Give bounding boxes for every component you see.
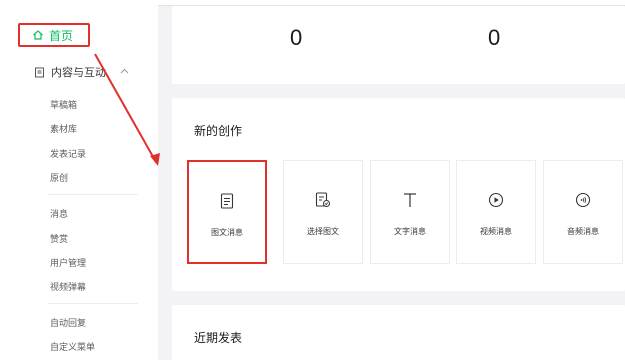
annotation-arrow-icon [94,53,160,166]
